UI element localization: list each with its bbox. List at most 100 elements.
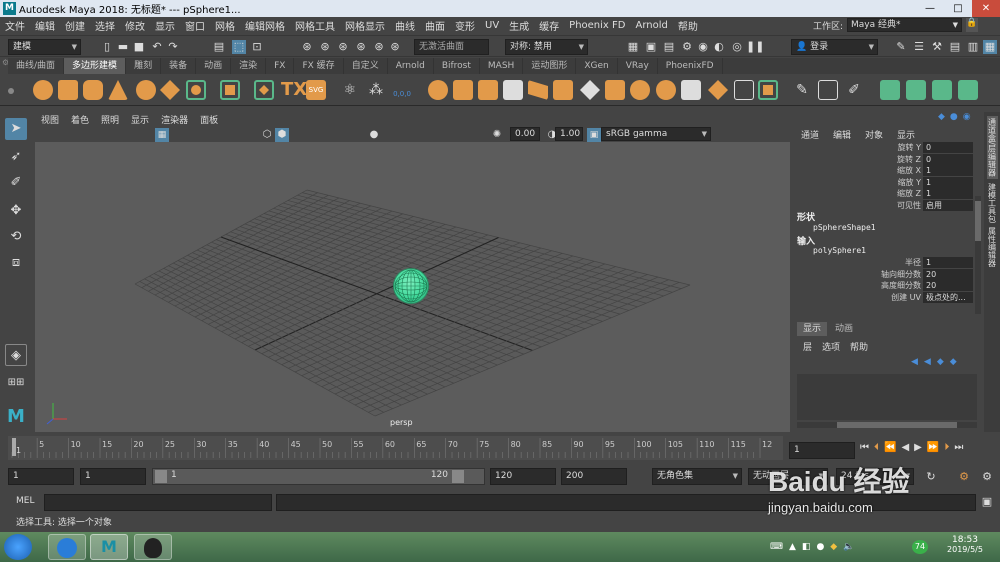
input-attr-value[interactable]: 极点处的... bbox=[923, 291, 973, 303]
pause-icon[interactable]: ❚❚ bbox=[746, 40, 764, 54]
input-attr-row[interactable]: 半径 1 bbox=[793, 257, 983, 269]
channel-attr-row[interactable]: 缩放 X1 bbox=[793, 165, 983, 177]
time-slider[interactable]: 5 10 15 20 25 30 35 40 45 50 55 60 65 70 75 80 85 90 95 100… bbox=[0, 436, 1000, 464]
boolean-icon[interactable] bbox=[758, 80, 778, 100]
slide-edge-icon[interactable]: ✐ bbox=[844, 80, 864, 100]
new-layer-selected-icon[interactable]: ◆ bbox=[950, 357, 957, 367]
channel-pin-icon[interactable]: ◆ bbox=[938, 112, 945, 122]
super-shape-icon[interactable] bbox=[254, 80, 274, 100]
shelf-tab-4[interactable]: 动画 bbox=[196, 58, 232, 74]
poly-disc-icon[interactable] bbox=[186, 80, 206, 100]
new-layer-icon[interactable]: ◆ bbox=[937, 357, 944, 367]
layer-menu-options[interactable]: 选项 bbox=[822, 340, 840, 353]
menu-2[interactable]: 创建 bbox=[60, 18, 90, 33]
menu-11[interactable]: 曲线 bbox=[390, 18, 420, 33]
menu-0[interactable]: 文件 bbox=[0, 18, 30, 33]
shelf-tab-9[interactable]: Arnold bbox=[388, 58, 434, 74]
scene-end-field[interactable]: 200 bbox=[561, 468, 627, 485]
go-to-end-icon[interactable]: ⏭ bbox=[954, 442, 963, 453]
select-hierarchy-icon[interactable]: ▤ bbox=[212, 40, 226, 54]
menu-4[interactable]: 修改 bbox=[120, 18, 150, 33]
modeling-toolkit-icon[interactable]: ✎ bbox=[894, 40, 908, 54]
vray-render-icon[interactable]: ◎ bbox=[730, 40, 744, 54]
select-object-icon[interactable]: ⬚ bbox=[232, 40, 246, 54]
input-node-name[interactable]: polySphere1 bbox=[813, 246, 866, 255]
snap-surface-icon[interactable]: ⊛ bbox=[372, 40, 386, 54]
layer-scrollbar[interactable] bbox=[797, 422, 977, 428]
wireframe-icon[interactable]: ⬡ bbox=[260, 128, 274, 142]
snap-curve-icon[interactable]: ⊛ bbox=[318, 40, 332, 54]
mash-distribute-icon[interactable]: ⁂ bbox=[366, 80, 386, 100]
grid-toggle-icon[interactable]: ▦ bbox=[155, 128, 169, 142]
minimize-button[interactable]: — bbox=[916, 0, 944, 17]
start-button-icon[interactable] bbox=[4, 534, 32, 560]
fps-dropdown[interactable]: 24 fps ▼ bbox=[836, 468, 914, 485]
outliner-icon[interactable]: ▥ bbox=[966, 40, 980, 54]
exposure-icon[interactable]: ✺ bbox=[490, 128, 504, 142]
shelf-tab-10[interactable]: Bifrost bbox=[434, 58, 480, 74]
shelf-tab-14[interactable]: VRay bbox=[618, 58, 658, 74]
command-language-label[interactable]: MEL bbox=[16, 496, 34, 506]
menu-9[interactable]: 网格工具 bbox=[290, 18, 340, 33]
shelf-tab-1[interactable]: 多边形建模 bbox=[64, 58, 127, 74]
poly-cylinder-icon[interactable] bbox=[83, 80, 103, 100]
menu-1[interactable]: 编辑 bbox=[30, 18, 60, 33]
render-view-icon[interactable]: ▦ bbox=[626, 40, 640, 54]
layer-tab-display[interactable]: 显示 bbox=[797, 322, 828, 336]
channel-attr-row[interactable]: 缩放 Z1 bbox=[793, 188, 983, 200]
input-attr-value[interactable]: 20 bbox=[923, 280, 973, 291]
open-scene-icon[interactable]: ▬ bbox=[116, 40, 130, 54]
channel-attr-row[interactable]: 旋转 Z0 bbox=[793, 153, 983, 166]
range-end-handle[interactable] bbox=[452, 470, 464, 483]
side-tab-modeling-toolkit[interactable]: 建模工具包 bbox=[987, 183, 998, 223]
sphere-object[interactable] bbox=[394, 269, 428, 303]
menu-5[interactable]: 显示 bbox=[150, 18, 180, 33]
menu-set-dropdown[interactable]: 建模 ▼ bbox=[8, 39, 81, 55]
triangulate-icon[interactable] bbox=[734, 80, 754, 100]
select-component-icon[interactable]: ⊡ bbox=[250, 40, 264, 54]
range-start-handle[interactable] bbox=[155, 470, 167, 483]
channel-attr-value[interactable]: 1 bbox=[923, 176, 973, 188]
viewport-menu-5[interactable]: 面板 bbox=[194, 113, 224, 126]
menu-10[interactable]: 网格显示 bbox=[340, 18, 390, 33]
lock-icon[interactable]: 🔒 bbox=[966, 18, 978, 32]
shape-node-name[interactable]: pSphereShape1 bbox=[813, 223, 876, 232]
maya-m-icon[interactable]: M bbox=[5, 406, 27, 428]
shelf-tab-15[interactable]: PhoenixFD bbox=[658, 58, 723, 74]
save-scene-icon[interactable]: ■ bbox=[132, 40, 146, 54]
step-forward-key-icon[interactable]: ⏵ bbox=[944, 442, 949, 453]
bevel-icon[interactable] bbox=[580, 80, 600, 100]
color-management-icon[interactable]: ▣ bbox=[587, 128, 601, 142]
ipr-render-icon[interactable]: ▤ bbox=[662, 40, 676, 54]
poly-plane-icon[interactable] bbox=[160, 80, 180, 100]
render-settings-icon[interactable]: ⚙ bbox=[680, 40, 694, 54]
channel-attr-value[interactable]: 1 bbox=[923, 165, 973, 176]
rotate-tool-icon[interactable]: ⟲ bbox=[5, 226, 27, 248]
input-attr-row[interactable]: 创建 UV 极点处的... bbox=[793, 291, 983, 304]
channel-attr-row[interactable]: 旋转 Y0 bbox=[793, 142, 983, 154]
play-forward-icon[interactable]: ▶ bbox=[914, 442, 922, 453]
time-slider-track[interactable]: 5 10 15 20 25 30 35 40 45 50 55 60 65 70 75 80 85 90 95 100… bbox=[8, 436, 783, 460]
snap-view-icon[interactable]: ⊛ bbox=[354, 40, 368, 54]
channel-settings-icon[interactable]: ◉ bbox=[963, 112, 971, 122]
maximize-button[interactable]: □ bbox=[944, 0, 972, 17]
menu-14[interactable]: UV bbox=[480, 20, 504, 31]
uv-planar-icon[interactable] bbox=[880, 80, 900, 100]
shelf-options-icon[interactable] bbox=[8, 88, 14, 94]
poly-sphere-icon[interactable] bbox=[33, 80, 53, 100]
login-dropdown[interactable]: 👤 登录 ▼ bbox=[791, 39, 878, 55]
platonic-solid-icon[interactable] bbox=[220, 80, 240, 100]
select-tool-icon[interactable]: ➤ bbox=[5, 118, 27, 140]
layer-menu-layers[interactable]: 层 bbox=[803, 340, 812, 353]
viewport-menu-2[interactable]: 照明 bbox=[95, 113, 125, 126]
mash-zero-icon[interactable]: 0,0,0 bbox=[390, 80, 414, 100]
viewport-3d[interactable]: persp bbox=[35, 142, 790, 432]
channel-menu-3[interactable]: 显示 bbox=[897, 128, 915, 141]
smooth-icon[interactable] bbox=[503, 80, 523, 100]
channel-scrollbar[interactable] bbox=[975, 196, 981, 314]
auto-key-icon[interactable]: ⚙ bbox=[957, 470, 971, 484]
menu-12[interactable]: 曲面 bbox=[420, 18, 450, 33]
tray-volume-icon[interactable]: 🔈 bbox=[843, 542, 854, 552]
shelf-tab-3[interactable]: 装备 bbox=[161, 58, 197, 74]
svg-tool-icon[interactable]: SVG bbox=[306, 80, 326, 100]
